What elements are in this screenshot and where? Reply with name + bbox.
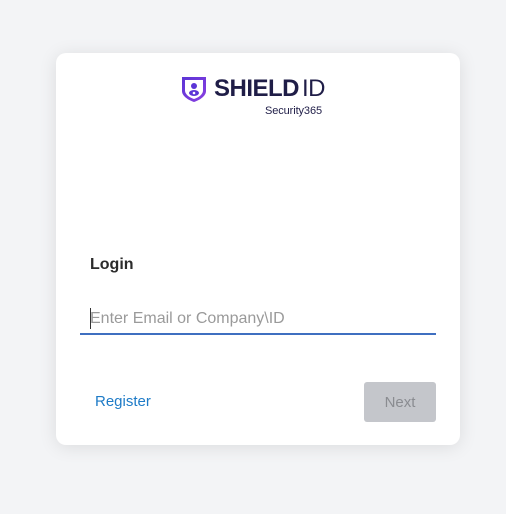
brand-name-bold: SHIELD (214, 75, 300, 102)
brand-wordmark: SHIELD ID (214, 75, 326, 102)
login-heading: Login (90, 256, 134, 273)
shield-logo-icon (182, 77, 206, 102)
email-or-company-id-input[interactable] (80, 305, 436, 335)
next-button[interactable]: Next (364, 382, 436, 422)
register-link[interactable]: Register (95, 393, 151, 410)
brand-name-light: ID (302, 75, 326, 102)
brand-tagline: Security365 (265, 105, 322, 117)
login-card: SHIELDID Security365 Login Register Next (56, 53, 460, 445)
text-caret (90, 308, 91, 329)
shieldid-logo: SHIELD ID Security365 (180, 75, 340, 119)
